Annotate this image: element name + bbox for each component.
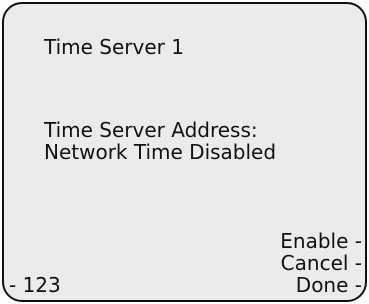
screen-title: Time Server 1 (44, 35, 184, 59)
time-server-address-value[interactable]: Network Time Disabled (44, 141, 276, 163)
done-softkey[interactable]: Done - (296, 274, 362, 296)
cancel-softkey[interactable]: Cancel - (281, 252, 362, 274)
input-mode-123-softkey[interactable]: - 123 (9, 274, 61, 296)
enable-softkey[interactable]: Enable - (280, 230, 362, 252)
phone-display-screen: Time Server 1 Time Server Address: Netwo… (2, 2, 367, 302)
time-server-address-label: Time Server Address: (44, 118, 258, 142)
